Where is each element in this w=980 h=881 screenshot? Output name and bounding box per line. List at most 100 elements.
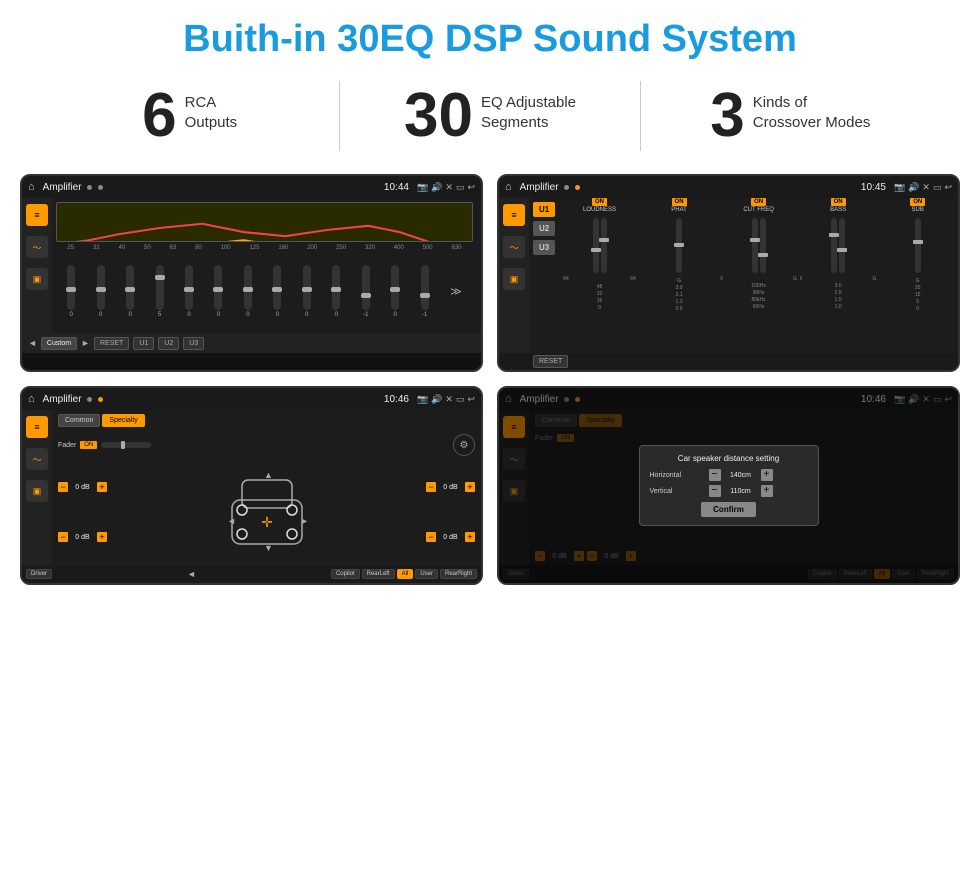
spk-specialty-tab[interactable]: Specialty: [102, 414, 144, 427]
amp-u2-btn[interactable]: U2: [533, 221, 555, 236]
eq-track-2[interactable]: [126, 265, 134, 310]
dialog-horizontal-minus[interactable]: −: [709, 469, 721, 481]
eq-track-6[interactable]: [244, 265, 252, 310]
eq-track-5[interactable]: [214, 265, 222, 310]
amp-u1-btn[interactable]: U1: [533, 202, 555, 217]
amp-sidebar-volume-icon[interactable]: ▣: [503, 268, 525, 290]
eq-track-4[interactable]: [185, 265, 193, 310]
spk-arrow-left-icon[interactable]: ◄: [54, 569, 329, 579]
amp-topbar-icons: 📷 🔊 ✕ ▭ ↩: [894, 182, 952, 193]
db-val-4: 0 dB: [438, 534, 463, 541]
spk-rearleft-btn[interactable]: RearLeft: [362, 569, 395, 579]
fader-track[interactable]: [101, 442, 151, 448]
eq-prev-arrow[interactable]: ◄: [28, 338, 37, 348]
db-minus-2[interactable]: −: [58, 532, 68, 542]
eq-u2-btn[interactable]: U2: [158, 337, 179, 350]
db-ctl-1: − 0 dB +: [58, 482, 107, 492]
db-minus-4[interactable]: −: [426, 532, 436, 542]
bass-slider2[interactable]: [839, 218, 845, 273]
spk-sidebar-volume-icon[interactable]: ▣: [26, 480, 48, 502]
db-plus-3[interactable]: +: [465, 482, 475, 492]
eq-track-0[interactable]: [67, 265, 75, 310]
spk-all-btn[interactable]: All: [397, 569, 414, 579]
cutfreq-slider2[interactable]: [760, 218, 766, 273]
eq-u1-btn[interactable]: U1: [133, 337, 154, 350]
spk-rearright-btn[interactable]: RearRight: [440, 569, 477, 579]
db-val-1: 0 dB: [70, 484, 95, 491]
spk-sidebar-filter-icon[interactable]: ≡: [26, 416, 48, 438]
sub-on-badge[interactable]: ON: [910, 198, 925, 206]
sub-sub-controls: [915, 216, 921, 275]
phat-g-label: G: [677, 278, 681, 284]
cutfreq-label: CUT FREQ: [743, 207, 774, 213]
eq-sidebar-volume-icon[interactable]: ▣: [26, 268, 48, 290]
loudness-slider2[interactable]: [601, 218, 607, 273]
loudness-slider1[interactable]: [593, 218, 599, 273]
db-plus-4[interactable]: +: [465, 532, 475, 542]
db-minus-3[interactable]: −: [426, 482, 436, 492]
phat-slider[interactable]: [676, 218, 682, 273]
eq-track-7[interactable]: [273, 265, 281, 310]
eq-track-8[interactable]: [303, 265, 311, 310]
eq-track-11[interactable]: [391, 265, 399, 310]
dialog-horizontal-plus[interactable]: +: [761, 469, 773, 481]
dialog-vertical-plus[interactable]: +: [761, 485, 773, 497]
dialog-vertical-value: 110cm: [725, 488, 757, 495]
eq-track-12[interactable]: [421, 265, 429, 310]
dialog-confirm-button[interactable]: Confirm: [701, 502, 756, 517]
spk-driver-btn[interactable]: Driver: [26, 569, 52, 579]
eq-track-1[interactable]: [97, 265, 105, 310]
spk-settings-icon[interactable]: ⚙: [453, 434, 475, 456]
eq-val-6: 0: [246, 312, 249, 318]
db-plus-2[interactable]: +: [97, 532, 107, 542]
sub-slider[interactable]: [915, 218, 921, 273]
amp-sidebar-filter-icon[interactable]: ≡: [503, 204, 525, 226]
spk-copilot-btn[interactable]: Copilot: [331, 569, 360, 579]
freq-63: 63: [170, 245, 177, 251]
eq-expand-icon[interactable]: ≫: [450, 285, 462, 298]
db-minus-1[interactable]: −: [58, 482, 68, 492]
eq-u3-btn[interactable]: U3: [183, 337, 204, 350]
stat-divider-1: [339, 81, 340, 151]
cutfreq-slider1[interactable]: [752, 218, 758, 273]
cutfreq-on-badge[interactable]: ON: [751, 198, 766, 206]
freq-50: 50: [144, 245, 151, 251]
window-icon: ▭: [456, 182, 465, 193]
dialog-vertical-minus[interactable]: −: [709, 485, 721, 497]
eq-next-arrow[interactable]: ►: [81, 338, 90, 348]
eq-slider-1: 0: [97, 265, 105, 318]
spk-home-icon[interactable]: ⌂: [28, 393, 35, 405]
eq-track-3[interactable]: [156, 265, 164, 310]
spk-sidebar-wave-icon[interactable]: 〜: [26, 448, 48, 470]
amp-reset-btn[interactable]: RESET: [533, 355, 568, 368]
loudness-on-badge[interactable]: ON: [592, 198, 607, 206]
eq-val-1: 0: [99, 312, 102, 318]
fader-on-toggle[interactable]: ON: [80, 441, 97, 449]
eq-sidebar-filter-icon[interactable]: ≡: [26, 204, 48, 226]
home-icon[interactable]: ⌂: [28, 181, 35, 193]
amp-reset-row: RESET: [499, 353, 958, 370]
car-diagram-svg: ✛ ◄ ► ▲ ▼: [222, 472, 312, 552]
phat-on-badge[interactable]: ON: [672, 198, 687, 206]
freq-320: 320: [365, 245, 375, 251]
dialog-horizontal-row: Horizontal − 140cm +: [650, 469, 808, 481]
loudness-val: 48: [597, 284, 603, 290]
eq-sidebar-wave-icon[interactable]: 〜: [26, 236, 48, 258]
eq-graph-svg: [57, 203, 472, 242]
bass-slider1[interactable]: [831, 218, 837, 273]
eq-val-11: 0: [394, 312, 397, 318]
eq-track-9[interactable]: [332, 265, 340, 310]
eq-track-10[interactable]: [362, 265, 370, 310]
eq-slider-2: 0: [126, 265, 134, 318]
spk-bottom-row: Driver ◄ Copilot RearLeft All User RearR…: [22, 565, 481, 583]
amp-u3-btn[interactable]: U3: [533, 240, 555, 255]
amp-home-icon[interactable]: ⌂: [505, 181, 512, 193]
amp-sidebar-wave-icon[interactable]: 〜: [503, 236, 525, 258]
spk-common-tab[interactable]: Common: [58, 414, 100, 427]
bass-on-badge[interactable]: ON: [831, 198, 846, 206]
phat-sub-controls: [676, 216, 682, 275]
db-plus-1[interactable]: +: [97, 482, 107, 492]
sub-val1: 20: [915, 285, 921, 291]
eq-reset-btn[interactable]: RESET: [94, 337, 129, 350]
spk-user-btn[interactable]: User: [415, 569, 438, 579]
